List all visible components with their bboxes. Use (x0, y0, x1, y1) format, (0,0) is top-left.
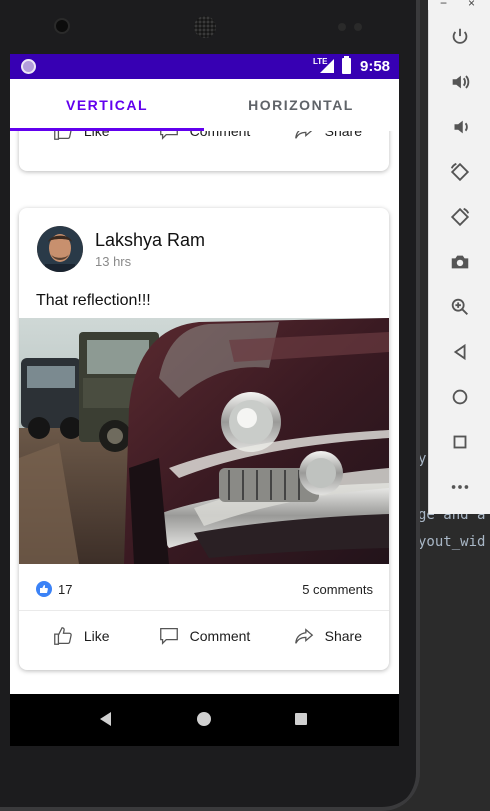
power-icon[interactable] (448, 25, 472, 49)
like-icon (53, 627, 72, 645)
author-avatar[interactable] (37, 226, 83, 272)
comment-button[interactable]: Comment (142, 616, 265, 656)
post-photo[interactable] (19, 318, 389, 564)
share-button[interactable]: Share (266, 131, 389, 151)
front-camera (56, 20, 68, 32)
comment-label: Comment (189, 131, 251, 139)
status-time: 9:58 (360, 58, 391, 75)
phone-screen: LTE 9:58 VERTICAL HORIZONTAL Like Commen… (10, 54, 399, 746)
ide-code-line: yout_wid (418, 534, 486, 550)
rotate-left-icon[interactable] (448, 160, 472, 184)
comment-label: Comment (189, 628, 251, 644)
home-icon[interactable] (448, 385, 472, 409)
reactions-row: 17 5 comments (19, 574, 389, 610)
signal-icon (320, 59, 334, 73)
share-icon (294, 628, 313, 644)
nav-recents-icon[interactable] (295, 713, 307, 725)
volume-up-icon[interactable] (448, 70, 472, 94)
comments-count[interactable]: 5 comments (302, 582, 373, 597)
earpiece-speaker (194, 16, 216, 38)
minimize-button[interactable]: − (440, 0, 447, 10)
like-label: Like (83, 628, 110, 644)
light-sensor (354, 23, 362, 31)
tab-vertical[interactable]: VERTICAL (10, 79, 204, 131)
emulator-controls-panel (428, 10, 490, 514)
camera-icon[interactable] (448, 250, 472, 274)
post-caption: That reflection!!! (36, 292, 151, 309)
rotate-right-icon[interactable] (448, 205, 472, 229)
notification-icon (21, 59, 36, 74)
post-actions: Like Comment Share (19, 131, 389, 151)
avatar-image (37, 226, 83, 272)
emulator-window-bar: − × (428, 0, 490, 10)
post-feed[interactable]: Like Comment Share Lakshya Ram 13 hrs Th… (10, 131, 399, 694)
tab-bar: VERTICAL HORIZONTAL (10, 79, 399, 131)
comment-button[interactable]: Comment (142, 131, 265, 151)
nav-back-icon[interactable] (100, 712, 111, 726)
status-bar: LTE 9:58 (10, 54, 399, 79)
back-icon[interactable] (448, 340, 472, 364)
share-label: Share (324, 131, 362, 139)
author-name[interactable]: Lakshya Ram (95, 230, 205, 251)
post-card-previous: Like Comment Share (19, 131, 389, 171)
like-button[interactable]: Like (19, 616, 142, 656)
overview-icon[interactable] (448, 430, 472, 454)
like-reaction-icon (36, 581, 52, 597)
battery-icon (342, 56, 351, 74)
close-button[interactable]: × (468, 0, 475, 10)
tab-horizontal[interactable]: HORIZONTAL (204, 79, 398, 131)
like-button[interactable]: Like (19, 131, 142, 151)
volume-down-icon[interactable] (448, 115, 472, 139)
nav-home-icon[interactable] (197, 712, 211, 726)
share-label: Share (324, 628, 362, 644)
divider (19, 610, 389, 611)
comment-icon (159, 628, 178, 645)
post-time: 13 hrs (95, 254, 132, 269)
comment-icon (159, 131, 178, 140)
post-actions: Like Comment Share (19, 616, 389, 656)
share-button[interactable]: Share (266, 616, 389, 656)
like-icon (53, 131, 72, 140)
android-nav-bar (10, 694, 399, 746)
zoom-icon[interactable] (448, 295, 472, 319)
proximity-sensor (338, 23, 346, 31)
like-label: Like (83, 131, 110, 139)
phone-top-bezel (0, 0, 420, 54)
share-icon (294, 131, 312, 139)
more-icon[interactable] (448, 475, 472, 499)
post-card: Lakshya Ram 13 hrs That reflection!!! 17… (19, 208, 389, 670)
vintage-car-photo (19, 318, 389, 564)
like-count: 17 (58, 582, 73, 597)
